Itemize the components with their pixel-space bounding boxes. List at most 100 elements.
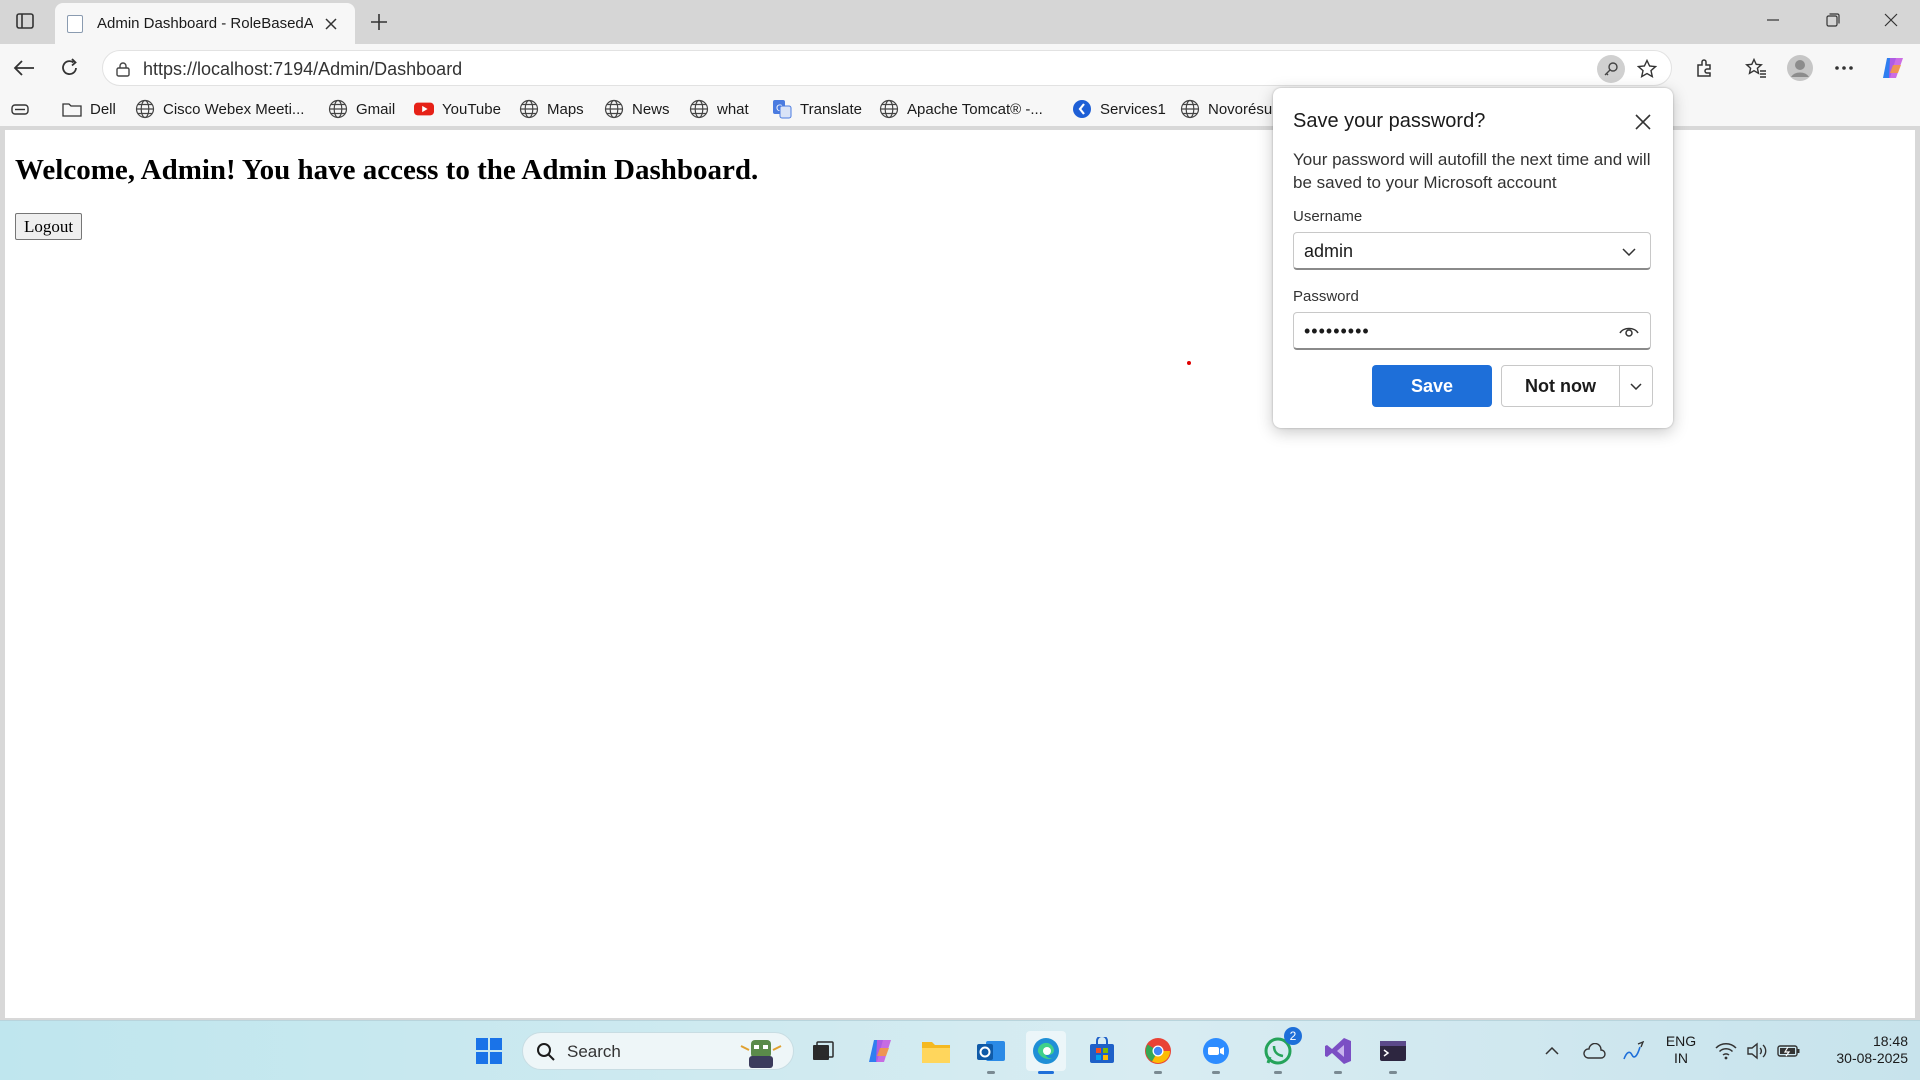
- chevron-down-icon[interactable]: [1616, 239, 1642, 265]
- bookmark-label: YouTube: [442, 100, 501, 118]
- url-text: https://localhost:7194/Admin/Dashboard: [143, 59, 463, 79]
- save-password-button[interactable]: Save: [1372, 365, 1492, 407]
- username-select[interactable]: admin: [1293, 232, 1651, 270]
- new-tab-icon[interactable]: [364, 7, 394, 37]
- favorite-star-icon[interactable]: [1633, 55, 1661, 83]
- running-indicator: [1274, 1071, 1282, 1074]
- pen-ink-icon[interactable]: [1620, 1037, 1648, 1065]
- wifi-icon[interactable]: [1713, 1037, 1739, 1065]
- clock-time: 18:48: [1872, 1033, 1908, 1049]
- bookmark-novoresume[interactable]: Novorésu: [1180, 97, 1272, 121]
- start-windows-icon[interactable]: [469, 1031, 509, 1071]
- onedrive-cloud-icon[interactable]: [1580, 1037, 1608, 1065]
- bookmark-label: Translate: [800, 100, 862, 118]
- clock[interactable]: 18:48 30-08-2025: [1812, 1033, 1908, 1067]
- password-field[interactable]: •••••••••: [1293, 312, 1651, 350]
- logout-button[interactable]: Logout: [15, 213, 83, 240]
- input-language-indicator[interactable]: ENG IN: [1660, 1033, 1702, 1067]
- search-label: Search: [567, 1042, 621, 1061]
- whatsapp-icon[interactable]: 2: [1258, 1027, 1302, 1074]
- bookmark-label: Cisco Webex Meeti...: [163, 100, 305, 118]
- bookmark-label: Services1: [1100, 100, 1166, 118]
- bookmark-maps[interactable]: Maps: [519, 97, 584, 121]
- bookmark-label: Novorésu: [1208, 100, 1273, 118]
- terminal-icon[interactable]: [1373, 1031, 1413, 1074]
- file-explorer-icon[interactable]: [916, 1031, 956, 1071]
- globe-icon: [1180, 99, 1200, 119]
- not-now-split-button: Not now: [1501, 365, 1653, 407]
- running-indicator: [1154, 1071, 1162, 1074]
- volume-icon[interactable]: [1744, 1037, 1770, 1065]
- globe-icon: [519, 99, 539, 119]
- refresh-icon[interactable]: [52, 50, 88, 86]
- page-favicon-icon: [67, 14, 83, 33]
- password-key-icon[interactable]: [1597, 55, 1625, 83]
- browser-toolbar: https://localhost:7194/Admin/Dashboard: [0, 44, 1920, 92]
- not-now-button[interactable]: Not now: [1502, 366, 1620, 406]
- back-icon[interactable]: [6, 50, 42, 86]
- globe-icon: [135, 99, 155, 119]
- tab-title: Admin Dashboard - RoleBasedAu: [97, 15, 313, 32]
- tab-actions-icon[interactable]: [10, 7, 40, 35]
- notification-badge: 2: [1284, 1027, 1302, 1045]
- profile-avatar-icon[interactable]: [1782, 50, 1818, 86]
- username-label: Username: [1293, 208, 1363, 225]
- bookmark-label: Dell: [90, 100, 116, 118]
- tab-close-icon[interactable]: [319, 12, 343, 36]
- folder-icon: [62, 99, 82, 119]
- not-now-options-chevron-icon[interactable]: [1620, 366, 1652, 406]
- dialog-description: Your password will autofill the next tim…: [1293, 150, 1651, 192]
- globe-icon: [689, 99, 709, 119]
- chrome-icon[interactable]: [1138, 1031, 1178, 1074]
- bookmark-gmail[interactable]: Gmail: [328, 97, 395, 121]
- cursor-dot: [1187, 361, 1191, 365]
- bookmark-news[interactable]: News: [604, 97, 670, 121]
- collections-icon[interactable]: [10, 97, 30, 121]
- welcome-heading: Welcome, Admin! You have access to the A…: [15, 154, 759, 186]
- copilot-icon[interactable]: [1875, 50, 1911, 86]
- bookmark-cisco-webex[interactable]: Cisco Webex Meeti...: [135, 97, 304, 121]
- show-hidden-icons-chevron-up-icon[interactable]: [1540, 1037, 1564, 1065]
- bookmark-label: Apache Tomcat® -...: [907, 100, 1043, 118]
- running-indicator: [1212, 1071, 1220, 1074]
- bookmark-youtube[interactable]: YouTube: [414, 97, 501, 121]
- clock-date: 30-08-2025: [1836, 1050, 1908, 1066]
- translate-icon: G: [772, 99, 792, 119]
- task-view-icon[interactable]: [803, 1031, 843, 1071]
- bookmark-apache-tomcat[interactable]: Apache Tomcat® -...: [879, 97, 1043, 121]
- show-password-eye-icon[interactable]: [1616, 319, 1642, 345]
- bookmark-label: Maps: [547, 100, 584, 118]
- close-icon[interactable]: [1629, 108, 1657, 136]
- bookmark-translate[interactable]: G Translate: [772, 97, 862, 121]
- bookmark-dell[interactable]: Dell: [62, 97, 116, 121]
- username-value: admin: [1304, 241, 1354, 261]
- running-indicator: [1389, 1071, 1397, 1074]
- extensions-icon[interactable]: [1686, 50, 1722, 86]
- visual-studio-icon[interactable]: [1318, 1031, 1358, 1074]
- bookmark-services1[interactable]: Services1: [1072, 97, 1166, 121]
- language-code: ENG: [1665, 1033, 1697, 1049]
- favorites-icon[interactable]: [1738, 50, 1774, 86]
- bookmark-what[interactable]: what: [689, 97, 749, 121]
- password-value: •••••••••: [1304, 321, 1370, 341]
- close-window-icon[interactable]: [1864, 0, 1918, 40]
- tab-admin-dashboard[interactable]: Admin Dashboard - RoleBasedAu: [55, 3, 355, 44]
- restore-icon[interactable]: [1806, 0, 1860, 40]
- outlook-icon[interactable]: [971, 1031, 1011, 1074]
- zoom-icon[interactable]: [1196, 1031, 1236, 1074]
- bookmark-label: News: [632, 100, 670, 118]
- battery-charging-icon[interactable]: [1775, 1037, 1803, 1065]
- search-highlight-illustration-icon: [739, 1036, 783, 1068]
- youtube-icon: [414, 99, 434, 119]
- more-options-icon[interactable]: [1826, 50, 1862, 86]
- globe-icon: [328, 99, 348, 119]
- microsoft-store-icon[interactable]: [1082, 1031, 1122, 1071]
- language-region: IN: [1674, 1050, 1688, 1066]
- taskbar-search-box[interactable]: Search: [522, 1032, 794, 1070]
- site-info-lock-icon[interactable]: [113, 59, 133, 79]
- bookmark-label: Gmail: [356, 100, 396, 118]
- copilot-app-icon[interactable]: [860, 1031, 900, 1071]
- address-bar[interactable]: https://localhost:7194/Admin/Dashboard: [102, 50, 1672, 86]
- minimize-icon[interactable]: [1746, 0, 1800, 40]
- edge-icon[interactable]: [1026, 1031, 1066, 1074]
